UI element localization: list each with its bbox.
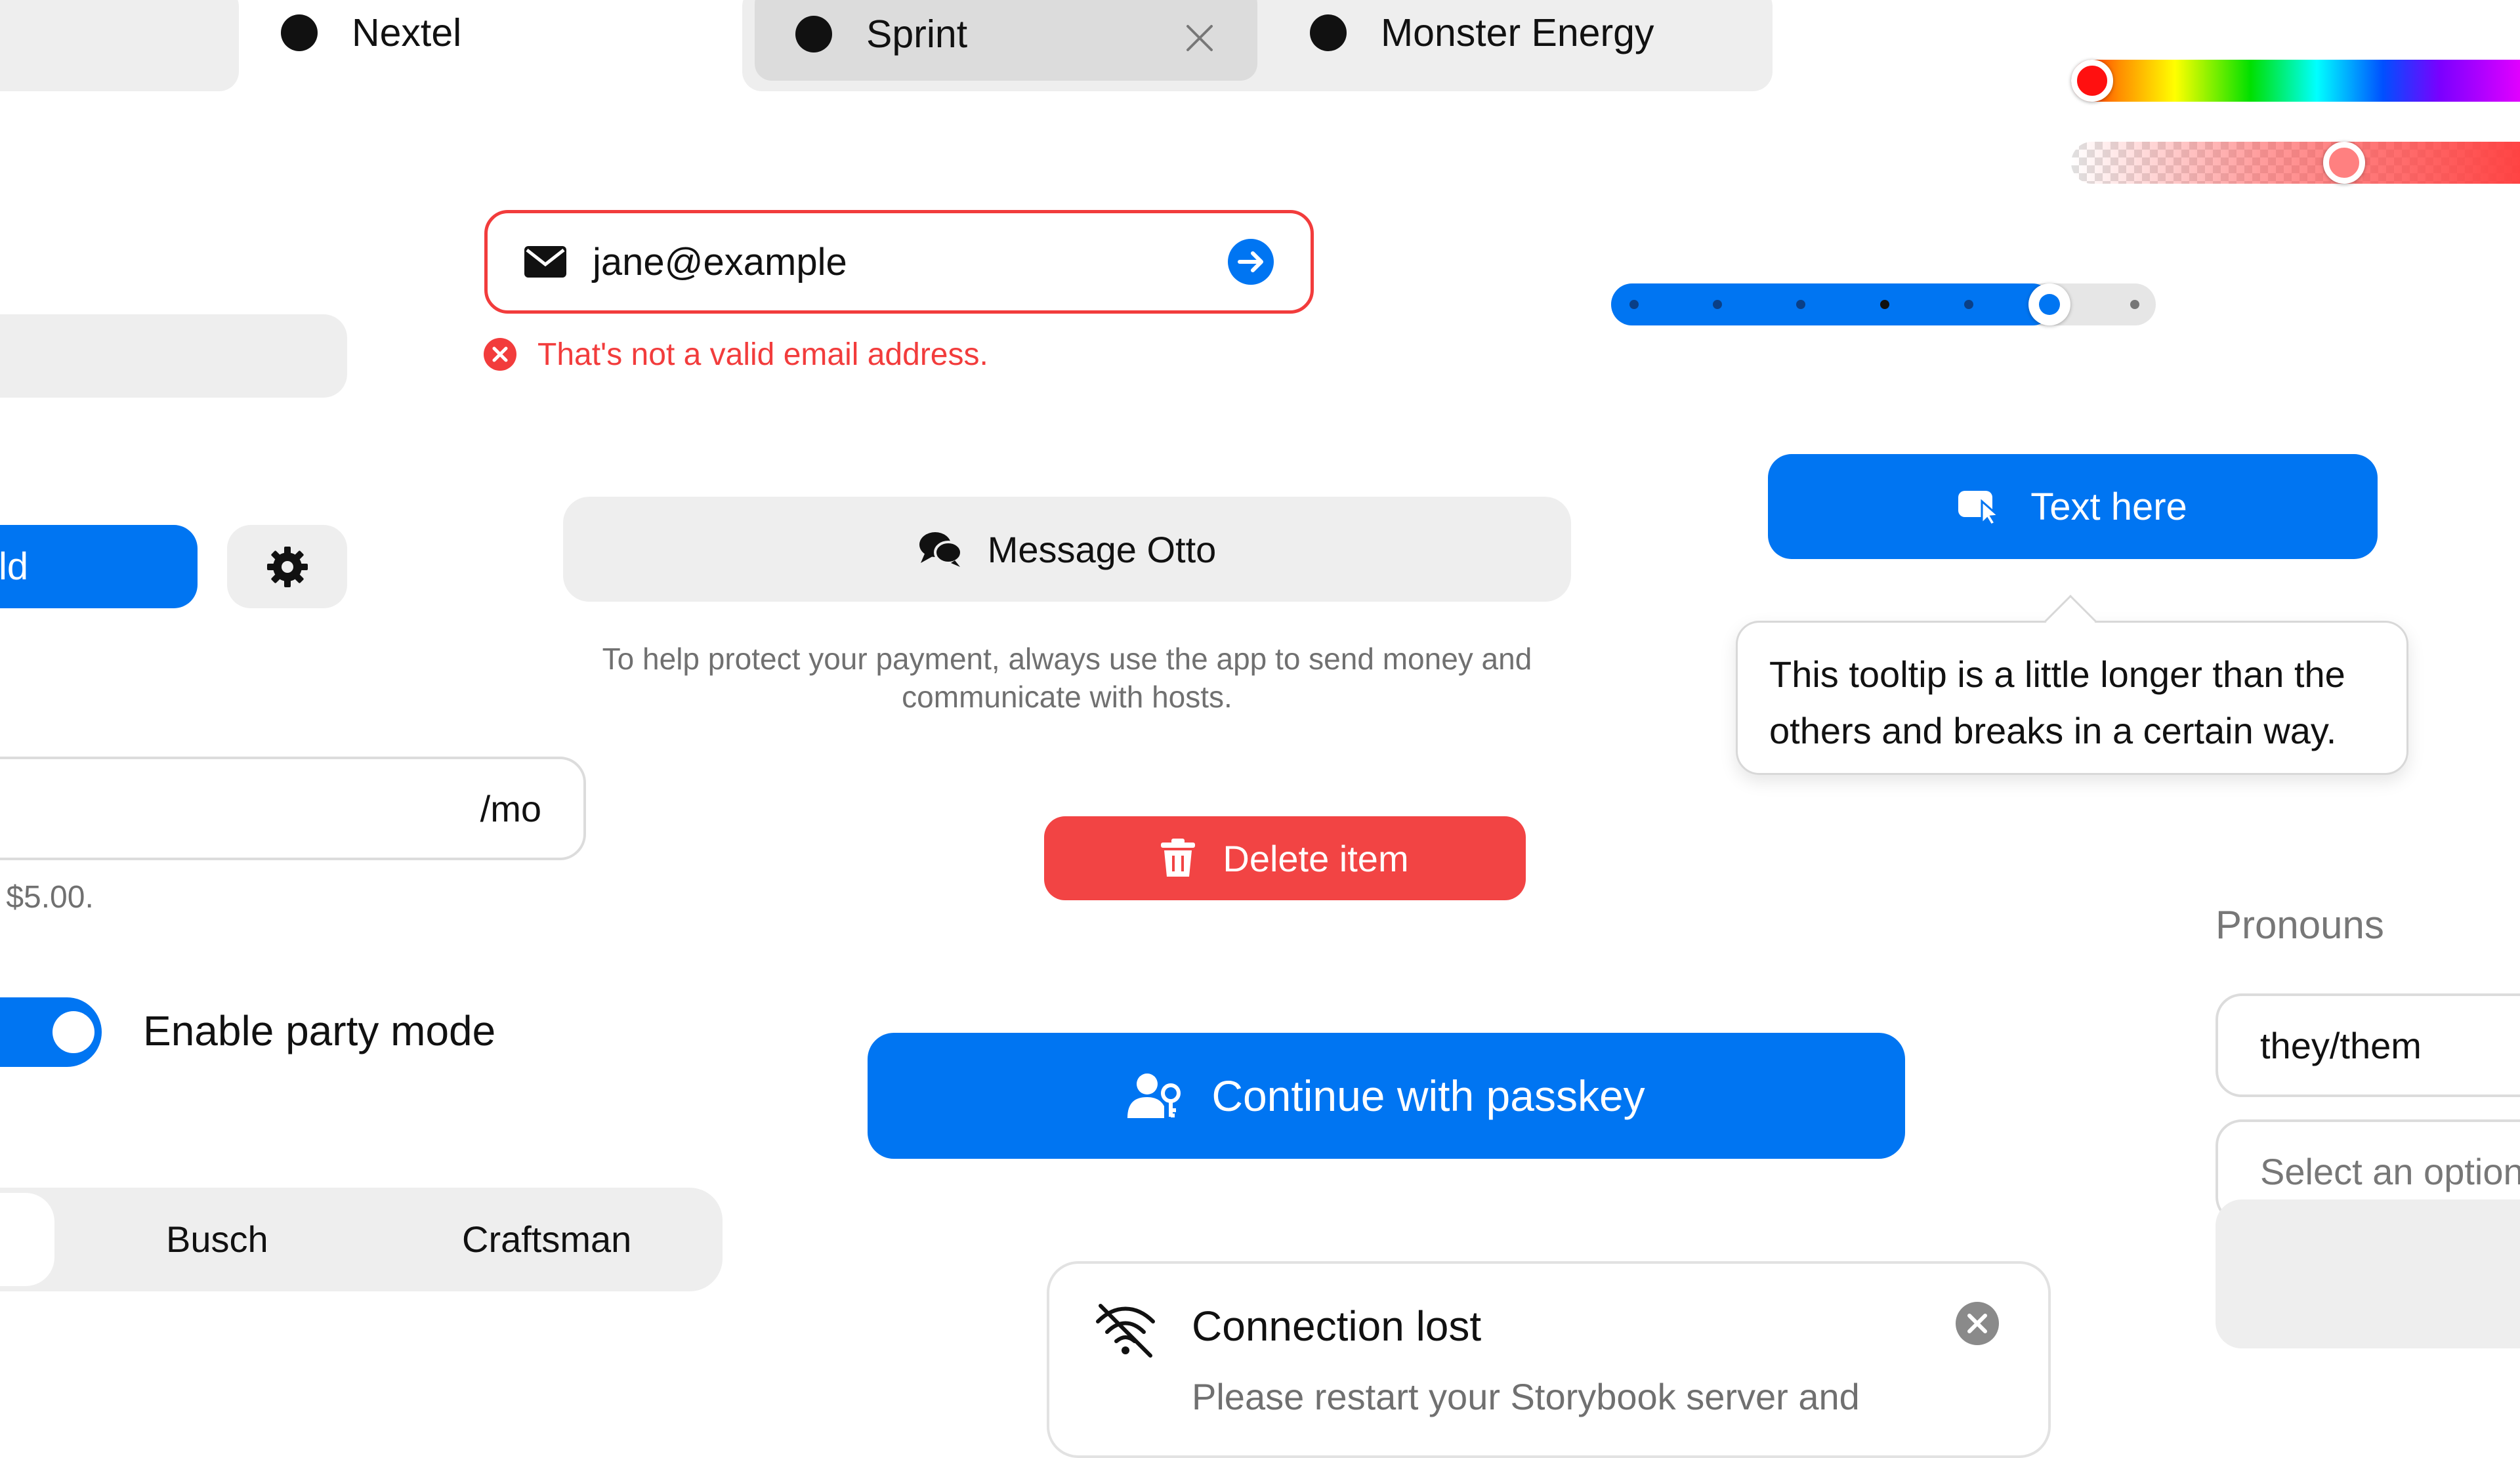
tab-status-dot [795,15,832,52]
step-dot [1629,300,1639,309]
step-dot [1964,300,1973,309]
step-dot [2130,300,2139,309]
party-mode-label: Enable party mode [143,1007,496,1054]
option-select-placeholder: Select an option [2260,1150,2520,1192]
primary-button[interactable]: ld [0,525,198,608]
select-disabled [2216,1199,2520,1348]
close-toast-icon[interactable] [1956,1302,1999,1345]
submit-arrow-icon[interactable] [1228,239,1274,285]
primary-button-label: ld [0,545,29,588]
price-suffix: /mo [480,787,541,829]
tab-nextel[interactable]: Nextel [281,0,461,78]
continue-with-passkey-button[interactable]: Continue with passkey [868,1033,1905,1159]
tab-sprint[interactable]: Sprint [755,0,1257,81]
email-value: jane@example [593,240,847,283]
toggle-knob [52,1011,94,1053]
segment-selected[interactable] [0,1193,54,1286]
hue-slider[interactable] [2071,60,2520,102]
payment-help-text: To help protect your payment, always use… [602,642,1532,714]
pronouns-label: Pronouns [2216,903,2384,947]
message-button[interactable]: Message Otto [563,497,1571,602]
alpha-slider[interactable] [2071,142,2520,184]
hue-slider-handle[interactable] [2071,60,2113,102]
close-icon[interactable] [1183,21,1217,55]
tooltip-line-2: others and breaks in a certain way. [1769,710,2337,751]
cursor-window-icon [1958,488,2003,525]
text-input[interactable] [0,314,347,398]
mail-icon [524,246,566,278]
step-dot [1713,300,1722,309]
tab-label: Monster Energy [1381,10,1654,54]
text-here-label: Text here [2030,485,2187,528]
tab-status-dot [1310,14,1347,51]
tab-status-dot [281,14,318,51]
toast-body: Please restart your Storybook server and [1192,1376,1860,1417]
delete-item-button[interactable]: Delete item [1044,816,1526,900]
step-dot [1796,300,1805,309]
user-key-icon [1127,1072,1183,1119]
passkey-button-label: Continue with passkey [1211,1072,1645,1120]
tab-monster-energy[interactable]: Monster Energy [1310,0,1654,78]
tooltip-line-1: This tooltip is a little longer than the [1769,654,2345,695]
tab-strip-left-edge [0,0,239,91]
settings-button[interactable] [227,525,347,608]
text-here-button[interactable]: Text here [1768,454,2378,559]
toast-title: Connection lost [1192,1302,1482,1350]
alpha-slider-handle[interactable] [2323,142,2365,184]
message-button-label: Message Otto [987,528,1217,570]
step-dot [1880,300,1889,309]
step-slider-fill [1611,283,2053,325]
email-error: That's not a valid email address. [484,336,988,373]
chat-bubbles-icon [918,530,963,568]
connection-lost-toast: Connection lost Please restart your Stor… [1047,1261,2051,1458]
error-text: That's not a valid email address. [537,337,988,372]
wifi-off-icon [1094,1302,1157,1358]
price-input[interactable]: /mo [0,757,586,860]
tab-label: Sprint [866,12,968,56]
trash-icon [1161,839,1196,878]
error-icon [484,338,516,371]
pronouns-selected-value: they/them [2260,1024,2422,1066]
email-field[interactable]: jane@example [484,210,1314,314]
delete-item-label: Delete item [1223,837,1409,879]
tab-label: Nextel [352,10,462,54]
price-hint: r $5.00. [0,880,94,915]
segment-craftsman[interactable]: Craftsman [462,1218,631,1260]
pronouns-select[interactable]: they/them [2216,993,2520,1097]
step-slider-handle[interactable] [2028,283,2070,325]
segment-busch[interactable]: Busch [166,1218,268,1260]
gear-icon [266,546,308,587]
